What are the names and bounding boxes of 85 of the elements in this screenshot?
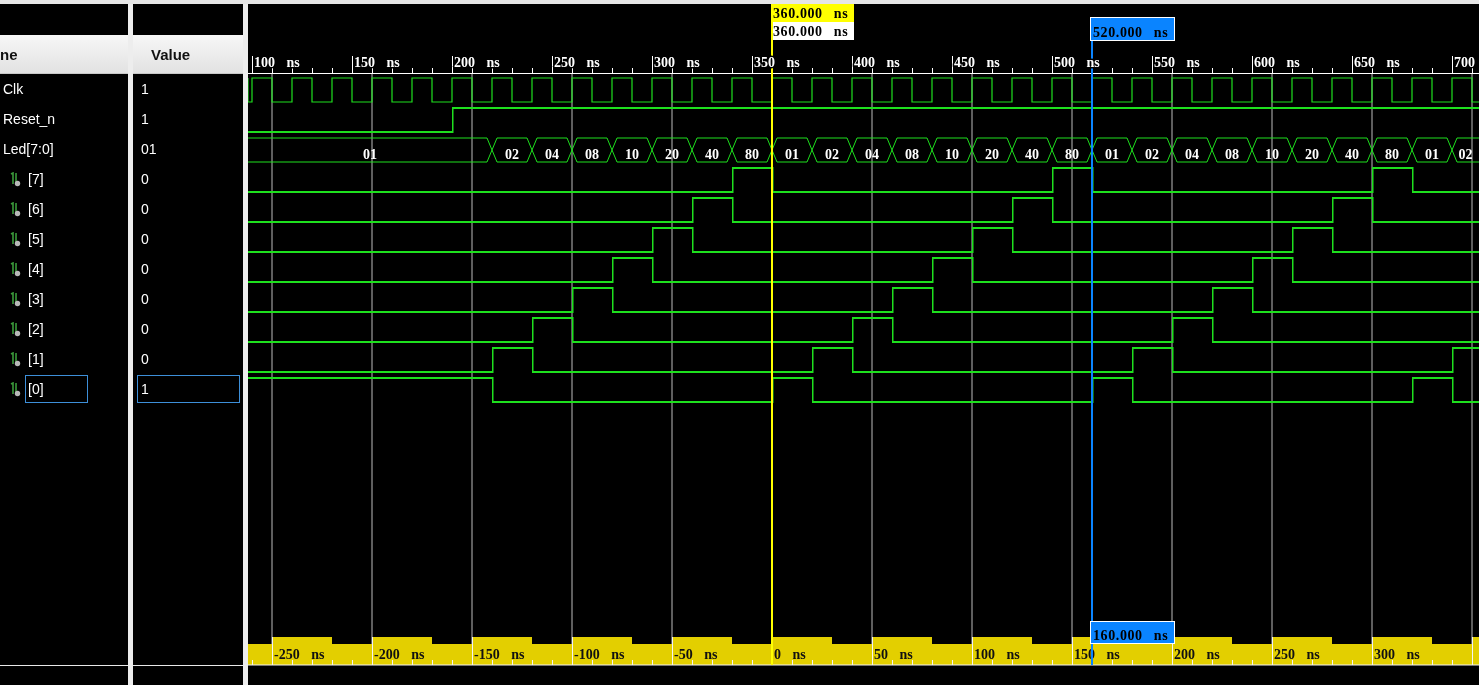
ruler-label: 600 ns: [1254, 55, 1300, 70]
bus-value: 02: [825, 147, 839, 162]
signal-name[interactable]: Led[7:0]: [0, 135, 57, 163]
ruler-label: 150 ns: [354, 55, 400, 70]
cursor-label[interactable]: 360.000 ns: [773, 22, 854, 40]
bus-value: 08: [905, 147, 919, 162]
bit-icon: [10, 291, 21, 307]
signal-value[interactable]: 0: [137, 345, 152, 373]
bit-icon: [10, 321, 21, 337]
bus-value: 10: [1265, 147, 1279, 162]
bus-value: 40: [1025, 147, 1039, 162]
bus-value: 02: [505, 147, 519, 162]
bus-value: 40: [1345, 147, 1359, 162]
ruler-label: 300 ns: [1374, 647, 1420, 662]
bus-value: 20: [985, 147, 999, 162]
ruler-label: 200 ns: [454, 55, 500, 70]
signal-value[interactable]: 01: [137, 135, 160, 163]
ruler-label: 450 ns: [954, 55, 1000, 70]
signal-value[interactable]: 0: [137, 285, 152, 313]
signal-name[interactable]: [4]: [25, 255, 47, 283]
ruler-label: 250 ns: [554, 55, 600, 70]
bus-value: 40: [705, 147, 719, 162]
signal-value[interactable]: 0: [137, 195, 152, 223]
ruler-label: 650 ns: [1354, 55, 1400, 70]
ruler-label: 50 ns: [874, 647, 913, 662]
ruler-label: -250 ns: [274, 647, 325, 662]
bus-value: 01: [785, 147, 799, 162]
signal-value[interactable]: 1: [137, 105, 152, 133]
ruler-label: 200 ns: [1174, 647, 1220, 662]
bus-value: 80: [1065, 147, 1079, 162]
signal-name[interactable]: [0]: [25, 375, 88, 403]
ruler-label: -50 ns: [674, 647, 718, 662]
ruler-label: 300 ns: [654, 55, 700, 70]
ruler-label: 0 ns: [774, 647, 806, 662]
bus-value: 04: [865, 147, 879, 162]
ruler-label: -200 ns: [374, 647, 425, 662]
ruler-label: -100 ns: [574, 647, 625, 662]
signal-value[interactable]: 1: [137, 375, 240, 403]
signal-value[interactable]: 1: [137, 75, 152, 103]
bus-value: 08: [585, 147, 599, 162]
signal-value[interactable]: 0: [137, 225, 152, 253]
ruler-label: 550 ns: [1154, 55, 1200, 70]
column-header[interactable]: Value: [151, 45, 191, 63]
bus-value: 80: [1385, 147, 1399, 162]
ruler-label: 250 ns: [1274, 647, 1320, 662]
bit-icon: [10, 261, 21, 277]
signal-name[interactable]: Reset_n: [0, 105, 59, 133]
bit-icon: [10, 351, 21, 367]
bit-icon: [10, 201, 21, 217]
signal-name[interactable]: [7]: [25, 165, 47, 193]
column-header[interactable]: ne: [0, 45, 18, 63]
cursor-label[interactable]: 160.000 ns: [1090, 621, 1175, 644]
signal-value[interactable]: 0: [137, 315, 152, 343]
bus-value: 01: [1425, 147, 1439, 162]
bus-value: 08: [1225, 147, 1239, 162]
signal-name[interactable]: [2]: [25, 315, 47, 343]
bus-value: 10: [945, 147, 959, 162]
cursor-line[interactable]: [1091, 40, 1093, 665]
signal-name[interactable]: [1]: [25, 345, 47, 373]
signal-name[interactable]: [6]: [25, 195, 47, 223]
ruler-label: 400 ns: [854, 55, 900, 70]
ruler-label: 100 ns: [974, 647, 1020, 662]
signal-name[interactable]: Clk: [0, 75, 27, 103]
signal-value[interactable]: 0: [137, 255, 152, 283]
cursor-label[interactable]: 520.000 ns: [1090, 17, 1175, 41]
bus-value: 20: [665, 147, 679, 162]
bus-value: 02: [1145, 147, 1159, 162]
bit-icon: [10, 231, 21, 247]
cursor-label[interactable]: 360.000 ns: [771, 4, 854, 22]
ruler-label: 700: [1454, 55, 1475, 70]
bus-value: 04: [1185, 147, 1199, 162]
bus-value: 20: [1305, 147, 1319, 162]
bus-value: 01: [363, 147, 377, 162]
bus-value: 80: [745, 147, 759, 162]
ruler-label: 100 ns: [254, 55, 300, 70]
signal-value[interactable]: 0: [137, 165, 152, 193]
bit-icon: [10, 171, 21, 187]
bus-value: 10: [625, 147, 639, 162]
bus-value: 01: [1105, 147, 1119, 162]
bus-value: 04: [545, 147, 559, 162]
signal-name[interactable]: [5]: [25, 225, 47, 253]
bus-value: 02: [1458, 147, 1473, 162]
ruler-label: -150 ns: [474, 647, 525, 662]
signal-name[interactable]: [3]: [25, 285, 47, 313]
bit-icon: [10, 381, 21, 397]
